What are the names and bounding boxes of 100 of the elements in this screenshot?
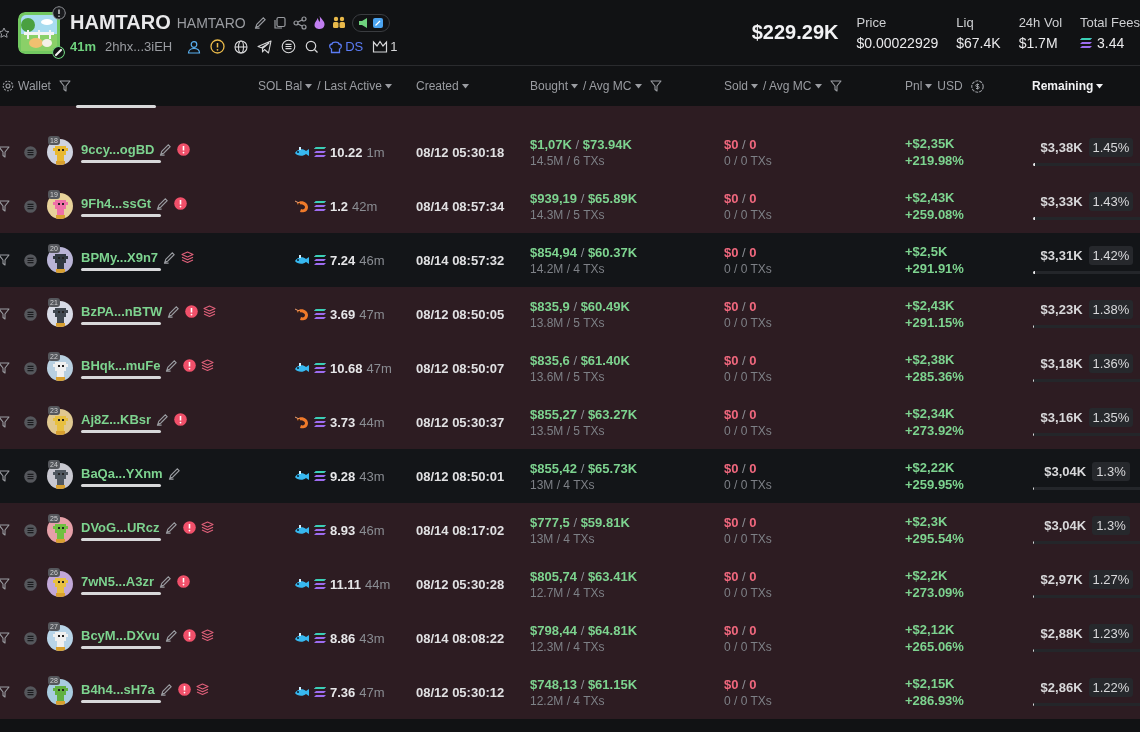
alert-icon[interactable] <box>177 682 191 696</box>
pencil-icon[interactable] <box>156 412 170 426</box>
globe-icon[interactable] <box>234 39 249 54</box>
column-header[interactable]: Sold <box>724 79 759 93</box>
slash: / <box>742 676 746 692</box>
column-header[interactable]: / Avg MC <box>583 79 662 93</box>
column-header[interactable]: / Avg MC <box>763 79 842 93</box>
sold-amount: $0 <box>724 568 739 584</box>
sold-amount: $0 <box>724 514 739 530</box>
layers-icon[interactable] <box>200 520 214 534</box>
person-icon[interactable] <box>187 39 202 54</box>
filter-icon[interactable] <box>829 80 842 92</box>
sold-details: 0 / 0 TXs <box>724 693 772 708</box>
filter-icon[interactable] <box>58 80 71 92</box>
bought-avg-mc: $65.73K <box>587 460 638 476</box>
created-time: 08/12 05:30:37 <box>416 414 505 430</box>
slash: / <box>580 460 585 476</box>
alert-icon[interactable] <box>177 574 190 588</box>
bought-details: 13.5M / 5 TXs <box>530 423 605 438</box>
wallet-link[interactable]: DVoG...URcz <box>81 519 160 535</box>
settings-icon[interactable] <box>2 80 14 92</box>
wallet-link[interactable]: 9ccy...ogBD <box>81 141 155 157</box>
token-address[interactable]: 2hhx...3iEH <box>105 39 173 54</box>
filter-icon[interactable] <box>0 146 10 158</box>
layers-icon[interactable] <box>181 250 195 264</box>
stat-label: Liq <box>956 14 975 30</box>
filter-icon[interactable] <box>649 80 662 92</box>
people-icon <box>331 16 346 29</box>
remaining-amount: $2,97K <box>1040 572 1083 587</box>
pencil-icon[interactable] <box>167 466 181 480</box>
wallet-link[interactable]: BzPA...nBTW <box>81 303 163 319</box>
alert-icon[interactable] <box>183 358 197 372</box>
wallet-link[interactable]: BPMy...X9n7 <box>81 249 159 265</box>
pencil-icon[interactable] <box>159 142 173 156</box>
last-active: 1m <box>366 144 385 160</box>
filter-icon[interactable] <box>0 254 10 266</box>
crown-icon <box>372 40 389 53</box>
caret-icon <box>461 83 469 89</box>
alert-icon[interactable] <box>182 520 196 534</box>
layers-icon[interactable] <box>200 628 214 642</box>
sol-balance: 11.11 <box>330 576 362 592</box>
pencil-icon[interactable] <box>156 196 170 210</box>
filter-icon[interactable] <box>0 308 10 320</box>
layers-icon[interactable] <box>203 304 217 318</box>
layers-icon[interactable] <box>201 358 215 372</box>
alert-icon[interactable] <box>174 196 188 210</box>
filter-icon[interactable] <box>0 686 10 698</box>
alert-icon[interactable] <box>185 304 199 318</box>
caret-icon <box>814 83 822 89</box>
pencil-icon[interactable] <box>159 574 172 588</box>
column-header[interactable]: Bought <box>530 79 579 93</box>
share-icon[interactable] <box>292 15 307 30</box>
slash: / <box>575 136 580 152</box>
sold-amount: $0 <box>724 190 739 206</box>
wallet-link[interactable]: 7wN5...A3zr <box>81 573 154 589</box>
dollar-coin-icon[interactable] <box>970 79 984 93</box>
column-header[interactable]: SOL Bal <box>258 79 313 93</box>
wallet-link[interactable]: BaQa...YXnm <box>81 465 163 481</box>
alert-icon[interactable] <box>174 412 188 426</box>
paper-plane-icon[interactable] <box>257 39 273 54</box>
pencil-icon[interactable] <box>165 358 179 372</box>
column-header[interactable]: Remaining <box>1032 79 1104 93</box>
sol-balance: 7.24 <box>330 252 356 268</box>
column-header[interactable]: Wallet <box>18 79 71 93</box>
last-active: 46m <box>359 522 385 538</box>
wallet-link[interactable]: BcyM...DXvu <box>81 627 160 643</box>
pencil-icon[interactable] <box>167 304 181 318</box>
remaining-percent: 1.45% <box>1088 138 1134 157</box>
pencil-icon[interactable] <box>163 250 177 264</box>
column-header[interactable]: USD <box>937 79 984 93</box>
filter-icon[interactable] <box>0 200 10 212</box>
alert-icon[interactable] <box>177 142 191 156</box>
search-icon[interactable] <box>305 39 320 54</box>
sol-icon <box>314 687 326 697</box>
remaining-percent: 1.42% <box>1088 246 1134 265</box>
column-header[interactable]: Created <box>416 79 469 93</box>
filter-icon[interactable] <box>0 524 10 536</box>
filter-icon[interactable] <box>0 470 10 482</box>
alert-icon[interactable] <box>52 5 66 20</box>
column-header[interactable]: Pnl <box>905 79 933 93</box>
pencil-icon[interactable] <box>253 16 267 29</box>
wallet-link[interactable]: B4h4...sH7a <box>81 681 155 697</box>
menu-icon[interactable] <box>281 39 297 54</box>
filter-icon[interactable] <box>0 632 10 644</box>
last-active: 43m <box>359 630 385 646</box>
filter-icon[interactable] <box>0 578 10 590</box>
alert-icon[interactable] <box>210 39 226 54</box>
pencil-icon[interactable] <box>164 628 178 642</box>
wallet-link[interactable]: BHqk...muFe <box>81 357 161 373</box>
filter-icon[interactable] <box>0 362 10 374</box>
wallet-link[interactable]: Aj8Z...KBsr <box>81 411 152 427</box>
pencil-icon[interactable] <box>164 520 178 534</box>
alert-icon[interactable] <box>182 628 196 642</box>
column-header[interactable]: / Last Active <box>317 79 392 93</box>
wallet-link[interactable]: 9Fh4...ssGt <box>81 195 152 211</box>
pencil-icon[interactable] <box>159 682 173 696</box>
copy-icon[interactable] <box>272 15 287 30</box>
filter-icon[interactable] <box>0 416 10 428</box>
layers-icon[interactable] <box>195 682 209 696</box>
star-icon[interactable] <box>0 26 10 39</box>
